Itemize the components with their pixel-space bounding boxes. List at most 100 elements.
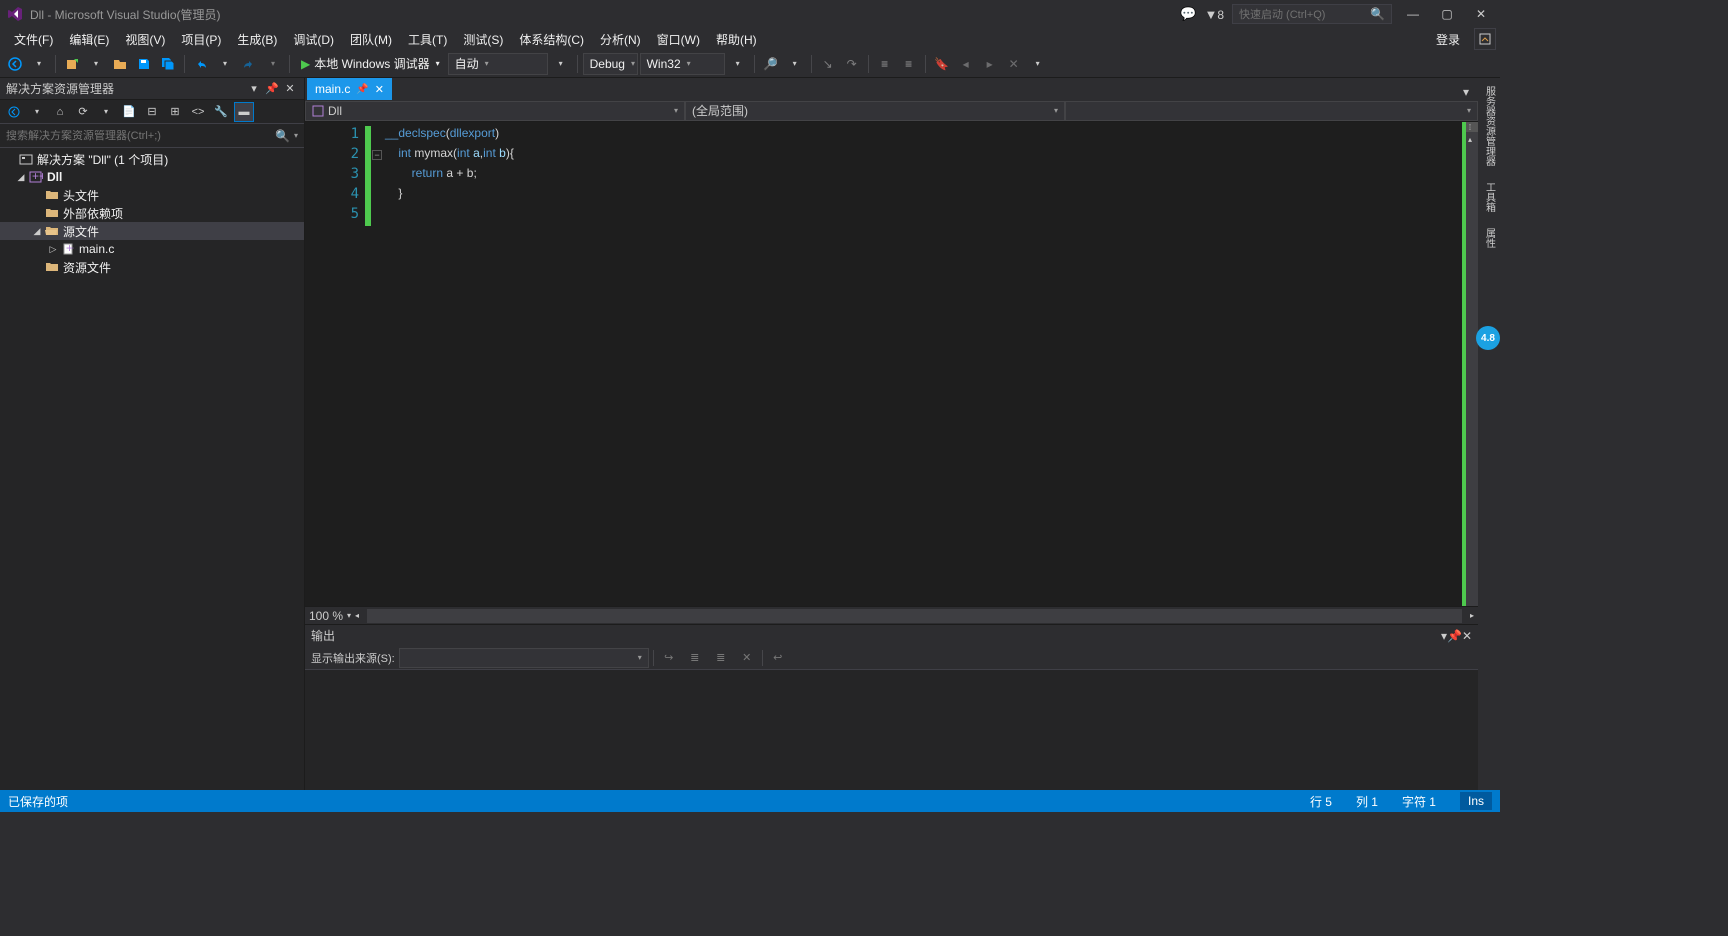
maximize-button[interactable]: ▢: [1434, 4, 1460, 24]
tree-headers-folder[interactable]: 头文件: [0, 186, 304, 204]
redo-drop[interactable]: ▾: [262, 53, 284, 75]
menu-view[interactable]: 视图(V): [117, 28, 173, 51]
save-button[interactable]: [133, 53, 155, 75]
signin-avatar-icon[interactable]: [1474, 28, 1496, 50]
se-properties-button[interactable]: 🔧: [211, 102, 231, 122]
output-pin-button[interactable]: 📌: [1447, 629, 1462, 643]
tree-file-mainc[interactable]: ▷ ++ main.c: [0, 240, 304, 258]
tab-close-icon[interactable]: ✕: [375, 83, 384, 96]
output-source-drop[interactable]: ▾: [399, 648, 649, 668]
output-content[interactable]: [305, 670, 1478, 790]
startup-extra-drop[interactable]: ▾: [550, 53, 572, 75]
config-drop[interactable]: Debug▾: [583, 53, 638, 75]
output-next-button[interactable]: ≣: [710, 648, 732, 668]
vtab-toolbox[interactable]: 工具箱: [1480, 174, 1499, 220]
tree-resources-folder[interactable]: 资源文件: [0, 258, 304, 276]
undo-drop[interactable]: ▾: [214, 53, 236, 75]
menu-project[interactable]: 项目(P): [173, 28, 229, 51]
menu-help[interactable]: 帮助(H): [708, 28, 765, 51]
menu-window[interactable]: 窗口(W): [649, 28, 708, 51]
vtab-properties[interactable]: 属性: [1480, 220, 1499, 256]
output-wrap-button[interactable]: ↩: [767, 648, 789, 668]
status-ins[interactable]: Ins: [1460, 792, 1492, 810]
step-into-button[interactable]: ↘: [817, 53, 839, 75]
se-back-button[interactable]: [4, 102, 24, 122]
tree-sources-folder[interactable]: ◢ 源文件: [0, 222, 304, 240]
nav-member-drop[interactable]: ▾: [1065, 101, 1478, 121]
menu-architecture[interactable]: 体系结构(C): [511, 28, 592, 51]
startup-mode-drop[interactable]: 自动▾: [448, 53, 548, 75]
se-fwd-drop[interactable]: ▾: [27, 102, 47, 122]
output-clear-button[interactable]: ✕: [736, 648, 758, 668]
tab-overflow-drop[interactable]: ▾: [1458, 84, 1474, 100]
vtab-server-explorer[interactable]: 服务器资源管理器: [1480, 78, 1499, 174]
tree-project-node[interactable]: ◢ ++ Dll: [0, 168, 304, 186]
platform-extra-drop[interactable]: ▾: [727, 53, 749, 75]
menu-team[interactable]: 团队(M): [342, 28, 400, 51]
platform-drop[interactable]: Win32▾: [640, 53, 725, 75]
se-collapse-button[interactable]: ⊟: [142, 102, 162, 122]
menu-edit[interactable]: 编辑(E): [61, 28, 117, 51]
fold-toggle-icon[interactable]: −: [372, 150, 382, 160]
expand-icon[interactable]: ▷: [46, 244, 60, 255]
notifications-flag-icon[interactable]: ▼8: [1204, 7, 1224, 22]
new-project-button[interactable]: [61, 53, 83, 75]
search-drop-icon[interactable]: ▾: [294, 131, 298, 140]
close-button[interactable]: ✕: [1468, 4, 1494, 24]
code-editor[interactable]: 1 2 3 4 5 − __declspec(dllexport) int my…: [305, 122, 1478, 606]
menu-file[interactable]: 文件(F): [6, 28, 61, 51]
step-over-button[interactable]: ↷: [841, 53, 863, 75]
nav-back-button[interactable]: [4, 53, 26, 75]
output-prev-button[interactable]: ≣: [684, 648, 706, 668]
expand-icon[interactable]: ◢: [14, 172, 28, 183]
hscroll-left-icon[interactable]: ◂: [355, 611, 359, 620]
se-sync-drop[interactable]: ▾: [96, 102, 116, 122]
bookmark-button[interactable]: 🔖: [931, 53, 953, 75]
menu-analyze[interactable]: 分析(N): [592, 28, 649, 51]
expand-icon[interactable]: ◢: [30, 226, 44, 237]
se-showall-button[interactable]: ⊞: [165, 102, 185, 122]
code-content[interactable]: __declspec(dllexport) int mymax(int a,in…: [385, 122, 1462, 606]
tab-pin-icon[interactable]: 📌: [356, 84, 368, 95]
se-search-input[interactable]: [6, 130, 275, 142]
bookmark-clear-button[interactable]: ✕: [1003, 53, 1025, 75]
minimize-button[interactable]: —: [1400, 4, 1426, 24]
zoom-drop-icon[interactable]: ▾: [347, 611, 351, 620]
bookmark-next-button[interactable]: ▸: [979, 53, 1001, 75]
nav-scope-drop[interactable]: (全局范围) ▾: [685, 101, 1065, 121]
bookmark-prev-button[interactable]: ◂: [955, 53, 977, 75]
menu-tools[interactable]: 工具(T): [400, 28, 455, 51]
feedback-icon[interactable]: 💬: [1180, 6, 1196, 22]
output-close-button[interactable]: ✕: [1462, 629, 1472, 643]
se-home-button[interactable]: ⌂: [50, 102, 70, 122]
se-sync-button[interactable]: ⟳: [73, 102, 93, 122]
find-drop[interactable]: ▾: [784, 53, 806, 75]
hscroll-right-icon[interactable]: ▸: [1470, 611, 1474, 620]
toolbar-extra-drop[interactable]: ▾: [1027, 53, 1049, 75]
redo-button[interactable]: [238, 53, 260, 75]
tree-solution-node[interactable]: 解决方案 "Dll" (1 个项目): [0, 150, 304, 168]
start-debug-button[interactable]: ▶ 本地 Windows 调试器 ▾: [295, 53, 446, 75]
vertical-scrollbar[interactable]: ⁞ ▴: [1462, 122, 1478, 606]
search-icon[interactable]: 🔍: [275, 129, 290, 143]
panel-position-drop[interactable]: ▾: [246, 81, 262, 97]
output-goto-button[interactable]: ↪: [658, 648, 680, 668]
comment-button[interactable]: ≡: [874, 53, 896, 75]
menu-build[interactable]: 生成(B): [229, 28, 285, 51]
panel-pin-button[interactable]: 📌: [264, 81, 280, 97]
open-file-button[interactable]: [109, 53, 131, 75]
se-codeview-button[interactable]: <>: [188, 102, 208, 122]
menu-test[interactable]: 测试(S): [455, 28, 511, 51]
horizontal-scrollbar[interactable]: [367, 609, 1462, 623]
signin-link[interactable]: 登录: [1426, 28, 1470, 51]
solution-explorer-search[interactable]: 🔍 ▾: [0, 124, 304, 148]
panel-close-button[interactable]: ✕: [282, 81, 298, 97]
quick-launch-search[interactable]: 快速启动 (Ctrl+Q) 🔍: [1232, 4, 1392, 24]
undo-button[interactable]: [190, 53, 212, 75]
save-all-button[interactable]: [157, 53, 179, 75]
se-refresh-button[interactable]: 📄: [119, 102, 139, 122]
menu-debug[interactable]: 调试(D): [285, 28, 342, 51]
nav-project-drop[interactable]: Dll ▾: [305, 101, 685, 121]
tree-external-folder[interactable]: 外部依赖项: [0, 204, 304, 222]
feedback-badge[interactable]: 4.8: [1476, 326, 1500, 350]
